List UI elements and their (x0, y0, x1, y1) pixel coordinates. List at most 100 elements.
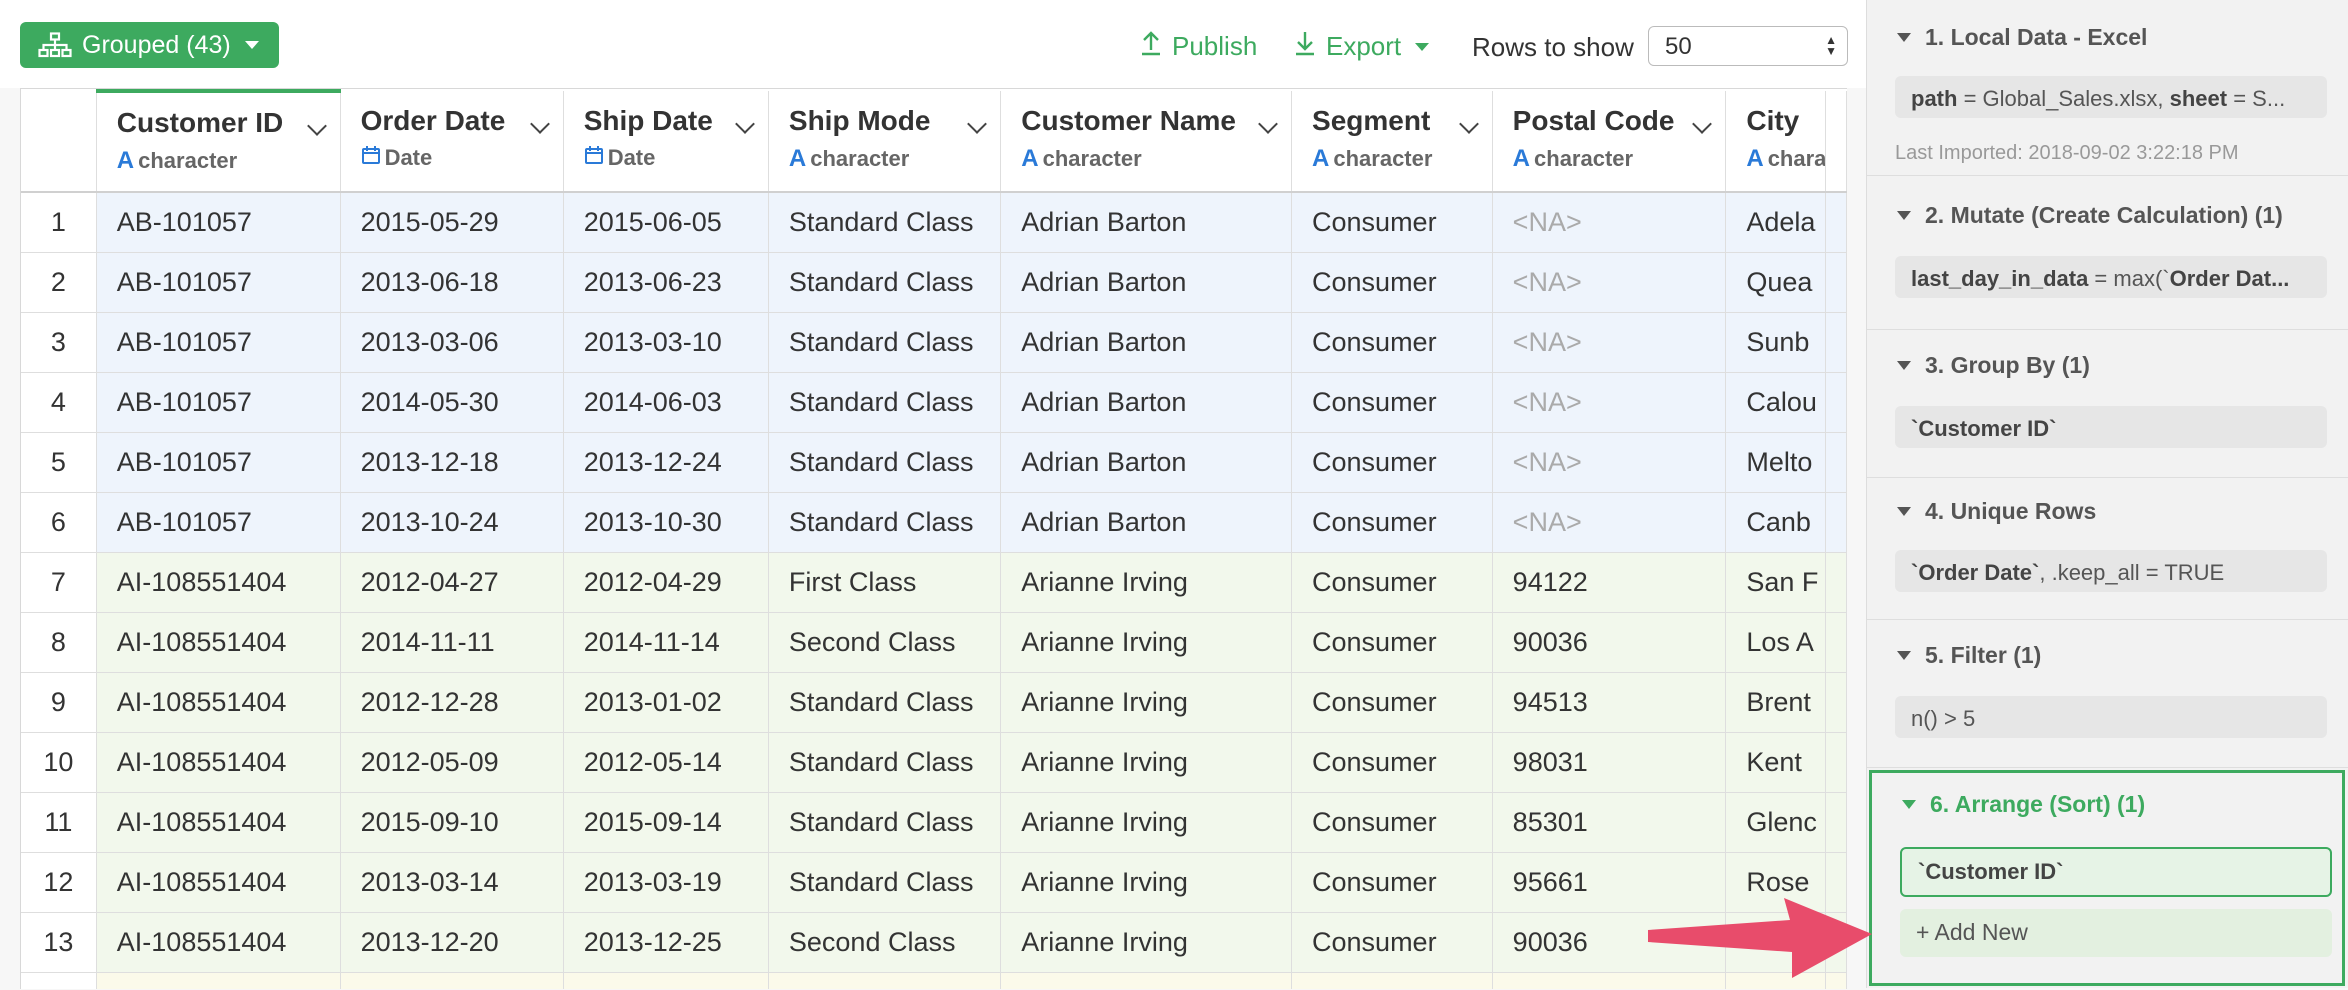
table-cell[interactable]: 2014-11-14 (563, 612, 769, 673)
table-cell[interactable]: First Class (768, 552, 1002, 613)
table-cell[interactable]: AI-108551404 (96, 912, 341, 973)
column-header[interactable]: Customer Name Acharacter (1000, 91, 1293, 193)
table-cell[interactable]: Adrian Barton (1000, 432, 1293, 493)
table-cell[interactable]: 2013-03-14 (340, 852, 564, 913)
step-title[interactable]: 5. Filter (1) (1897, 642, 2041, 669)
table-cell[interactable]: AI-108551404 (96, 852, 341, 913)
table-cell[interactable]: AB-101057 (96, 312, 341, 373)
table-cell[interactable]: AB-101057 (96, 252, 341, 313)
table-cell[interactable]: 2013-10-24 (340, 492, 564, 553)
table-cell[interactable]: Consumer (1291, 432, 1493, 493)
table-cell[interactable]: Second Class (768, 912, 1002, 973)
table-cell[interactable]: AI-108551404 (96, 552, 341, 613)
table-cell[interactable]: AI-108551404 (96, 792, 341, 853)
table-cell[interactable]: 2012-12-28 (340, 672, 564, 733)
table-cell[interactable]: 2015-09-10 (340, 792, 564, 853)
table-cell[interactable]: Calou (1725, 372, 1826, 433)
table-cell[interactable]: Consumer (1291, 312, 1493, 373)
table-cell[interactable]: Sunb (1725, 312, 1826, 373)
table-cell[interactable]: Arianne Irving (1000, 852, 1293, 913)
table-cell[interactable]: Kent (1725, 732, 1826, 793)
table-cell[interactable]: Glenc (1725, 792, 1826, 853)
table-cell[interactable]: 2013-06-23 (563, 252, 769, 313)
table-cell[interactable]: Second Class (768, 612, 1002, 673)
column-header[interactable]: Ship Date Date (563, 91, 769, 193)
table-cell[interactable]: Consumer (1291, 672, 1493, 733)
table-cell[interactable]: Standard Class (768, 312, 1002, 373)
table-cell[interactable]: 2014-11-11 (340, 612, 564, 673)
publish-button[interactable]: Publish (1140, 30, 1257, 63)
table-cell[interactable]: Arianne Irving (1000, 792, 1293, 853)
table-cell[interactable]: AB-101057 (96, 492, 341, 553)
table-cell[interactable]: Adrian Barton (1000, 312, 1293, 373)
table-cell[interactable]: 2015-06-05 (563, 192, 769, 253)
table-cell[interactable]: Consumer (1291, 792, 1493, 853)
step-detail[interactable]: last_day_in_data = max(`Order Dat... (1895, 256, 2327, 298)
table-cell[interactable]: <NA> (1492, 192, 1727, 253)
table-cell[interactable]: <NA> (1492, 492, 1727, 553)
table-cell[interactable]: AB-101057 (96, 192, 341, 253)
column-header[interactable]: Segment Acharacter (1291, 91, 1493, 193)
chevron-down-icon[interactable] (1692, 114, 1713, 134)
step-title[interactable]: 4. Unique Rows (1897, 498, 2096, 525)
table-cell[interactable]: Arianne Irving (1000, 732, 1293, 793)
table-cell[interactable]: 2014-06-03 (563, 372, 769, 433)
step-detail[interactable]: `Customer ID` (1895, 406, 2327, 448)
table-cell[interactable]: Consumer (1291, 552, 1493, 613)
step-title[interactable]: 1. Local Data - Excel (1897, 24, 2147, 51)
table-cell[interactable]: Adrian Barton (1000, 252, 1293, 313)
step-title[interactable]: 2. Mutate (Create Calculation) (1) (1897, 202, 2283, 229)
step-detail[interactable]: `Order Date`, .keep_all = TRUE (1895, 550, 2327, 592)
column-header[interactable]: Order Date Date (340, 91, 564, 193)
chevron-down-icon[interactable] (734, 114, 755, 134)
table-cell[interactable]: 2012-04-29 (563, 552, 769, 613)
table-cell[interactable]: Consumer (1291, 252, 1493, 313)
table-cell[interactable]: Arianne Irving (1000, 552, 1293, 613)
chevron-down-icon[interactable] (529, 114, 550, 134)
table-cell[interactable]: 98031 (1492, 732, 1727, 793)
grouped-button[interactable]: Grouped (43) (20, 22, 279, 68)
chevron-down-icon[interactable] (306, 116, 327, 136)
column-header[interactable]: Customer ID Acharacter (96, 89, 341, 193)
table-cell[interactable]: <NA> (1492, 312, 1727, 373)
table-cell[interactable]: 2012-05-14 (563, 732, 769, 793)
table-cell[interactable]: Standard Class (768, 372, 1002, 433)
table-cell[interactable]: 2015-05-29 (340, 192, 564, 253)
chevron-down-icon[interactable] (1258, 114, 1278, 134)
table-cell[interactable]: <NA> (1492, 432, 1727, 493)
table-cell[interactable]: <NA> (1492, 252, 1727, 313)
chevron-down-icon[interactable] (967, 114, 988, 134)
table-cell[interactable]: 2013-06-18 (340, 252, 564, 313)
column-header[interactable]: City Achara (1725, 91, 1826, 193)
column-header[interactable]: Postal Code Acharacter (1492, 91, 1727, 193)
table-cell[interactable]: 90036 (1492, 612, 1727, 673)
table-cell[interactable]: Standard Class (768, 492, 1002, 553)
table-cell[interactable]: 2013-03-10 (563, 312, 769, 373)
table-cell[interactable]: AB-101057 (96, 372, 341, 433)
table-cell[interactable]: 2013-12-18 (340, 432, 564, 493)
column-header[interactable]: Ship Mode Acharacter (768, 91, 1002, 193)
table-cell[interactable]: AI-108551404 (96, 612, 341, 673)
table-cell[interactable]: Melto (1725, 432, 1826, 493)
table-cell[interactable]: AI-108551404 (96, 672, 341, 733)
table-cell[interactable]: Standard Class (768, 672, 1002, 733)
table-cell[interactable]: Standard Class (768, 732, 1002, 793)
export-button[interactable]: Export (1294, 30, 1430, 63)
step-detail[interactable]: path = Global_Sales.xlsx, sheet = S... (1895, 76, 2327, 118)
table-cell[interactable]: 2012-04-27 (340, 552, 564, 613)
table-cell[interactable]: AB-101057 (96, 432, 341, 493)
table-cell[interactable]: 2013-03-06 (340, 312, 564, 373)
table-cell[interactable]: Standard Class (768, 192, 1002, 253)
table-cell[interactable]: Consumer (1291, 192, 1493, 253)
step-title[interactable]: 3. Group By (1) (1897, 352, 2090, 379)
table-cell[interactable]: Standard Class (768, 432, 1002, 493)
table-cell[interactable]: Los A (1725, 612, 1826, 673)
step-title[interactable]: 6. Arrange (Sort) (1) (1902, 791, 2145, 818)
table-cell[interactable]: 2013-03-19 (563, 852, 769, 913)
table-cell[interactable]: 2013-12-25 (563, 912, 769, 973)
step-detail[interactable]: n() > 5 (1895, 696, 2327, 738)
table-cell[interactable]: Arianne Irving (1000, 912, 1293, 973)
table-cell[interactable]: Standard Class (768, 852, 1002, 913)
table-cell[interactable]: San F (1725, 552, 1826, 613)
add-new-button[interactable]: + Add New (1900, 909, 2332, 957)
